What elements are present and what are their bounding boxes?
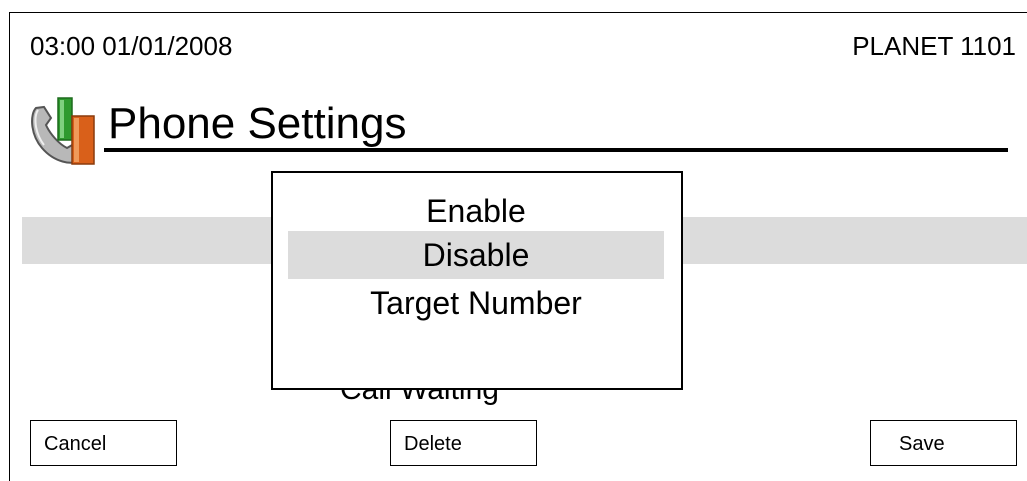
frame-left-border (9, 12, 10, 481)
model-name: PLANET 1101 (852, 31, 1016, 61)
save-button[interactable]: Save (870, 420, 1017, 466)
popup-option-target-number[interactable]: Target Number (288, 279, 664, 327)
frame-top-border (9, 12, 1027, 13)
popup-option-disable[interactable]: Disable (288, 231, 664, 279)
popup-option-enable[interactable]: Enable (288, 187, 664, 235)
title-underline (104, 148, 1008, 152)
datetime-label: 03:00 01/01/2008 (30, 31, 233, 61)
delete-button[interactable]: Delete (390, 420, 537, 466)
phone-chart-icon (31, 97, 95, 165)
page-title: Phone Settings (108, 99, 407, 148)
phone-screen: 03:00 01/01/2008 PLANET 1101 Phone Setti… (0, 0, 1027, 481)
option-popup: Enable Disable Target Number (271, 171, 683, 390)
cancel-button[interactable]: Cancel (30, 420, 177, 466)
